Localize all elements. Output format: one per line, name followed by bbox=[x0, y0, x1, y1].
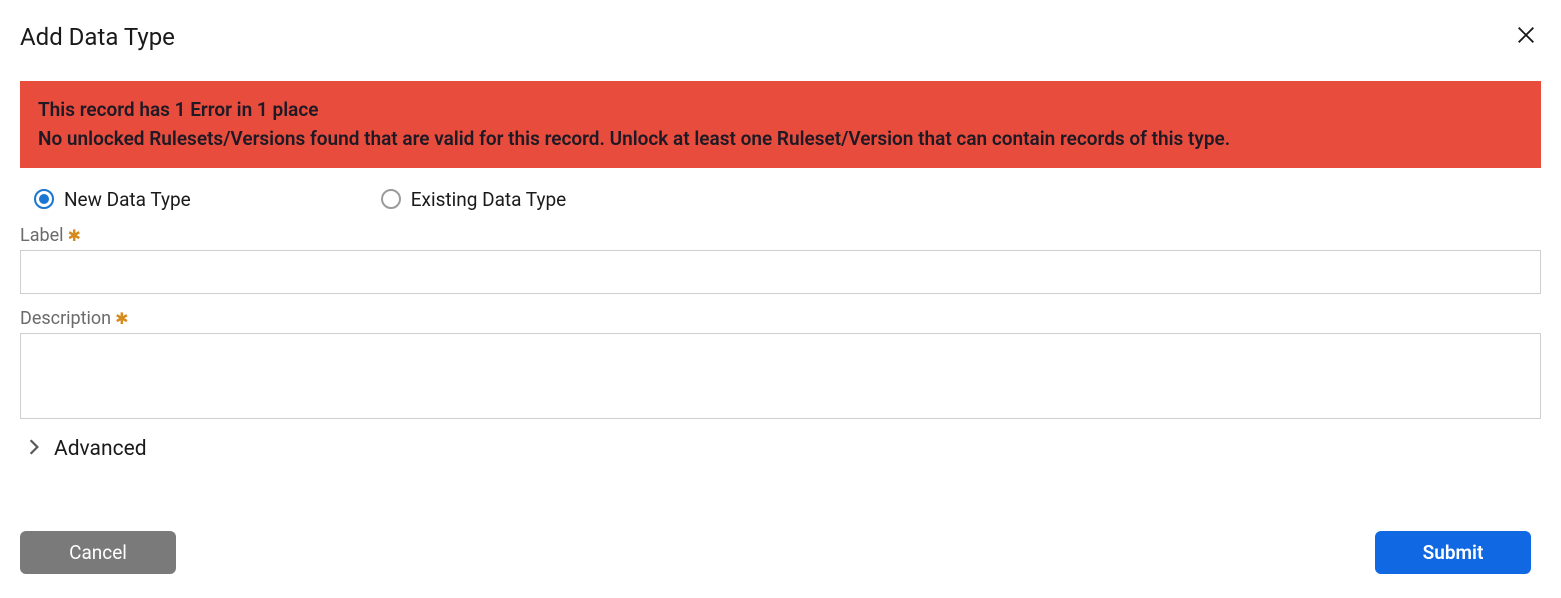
close-button[interactable] bbox=[1511, 20, 1541, 53]
advanced-toggle[interactable]: Advanced bbox=[28, 437, 1541, 461]
radio-new-label: New Data Type bbox=[64, 188, 191, 211]
description-field-group: Description ✱ bbox=[20, 308, 1541, 423]
dialog-title: Add Data Type bbox=[20, 23, 175, 51]
dialog-footer: Cancel Submit bbox=[20, 531, 1531, 574]
label-field-group: Label ✱ bbox=[20, 225, 1541, 294]
advanced-label: Advanced bbox=[54, 437, 147, 461]
required-star-icon: ✱ bbox=[68, 226, 81, 245]
error-banner: This record has 1 Error in 1 place No un… bbox=[20, 81, 1541, 168]
add-data-type-dialog: Add Data Type This record has 1 Error in… bbox=[0, 0, 1561, 598]
error-line-1: This record has 1 Error in 1 place bbox=[38, 95, 1523, 124]
required-star-icon: ✱ bbox=[115, 309, 128, 328]
description-input[interactable] bbox=[20, 333, 1541, 419]
label-field-label: Label ✱ bbox=[20, 225, 1541, 246]
data-type-radio-group: New Data Type Existing Data Type bbox=[34, 188, 1541, 211]
close-icon bbox=[1515, 24, 1537, 49]
label-input[interactable] bbox=[20, 250, 1541, 294]
radio-selected-icon bbox=[34, 189, 54, 209]
radio-existing-data-type[interactable]: Existing Data Type bbox=[381, 188, 566, 211]
radio-dot-icon bbox=[39, 194, 49, 204]
radio-existing-label: Existing Data Type bbox=[411, 188, 566, 211]
error-line-2: No unlocked Rulesets/Versions found that… bbox=[38, 124, 1523, 153]
dialog-header: Add Data Type bbox=[20, 20, 1541, 53]
label-text: Label bbox=[20, 225, 64, 246]
cancel-button[interactable]: Cancel bbox=[20, 531, 176, 574]
chevron-right-icon bbox=[28, 438, 40, 460]
submit-button[interactable]: Submit bbox=[1375, 531, 1531, 574]
description-field-label: Description ✱ bbox=[20, 308, 1541, 329]
description-text: Description bbox=[20, 308, 111, 329]
radio-unselected-icon bbox=[381, 189, 401, 209]
radio-new-data-type[interactable]: New Data Type bbox=[34, 188, 191, 211]
